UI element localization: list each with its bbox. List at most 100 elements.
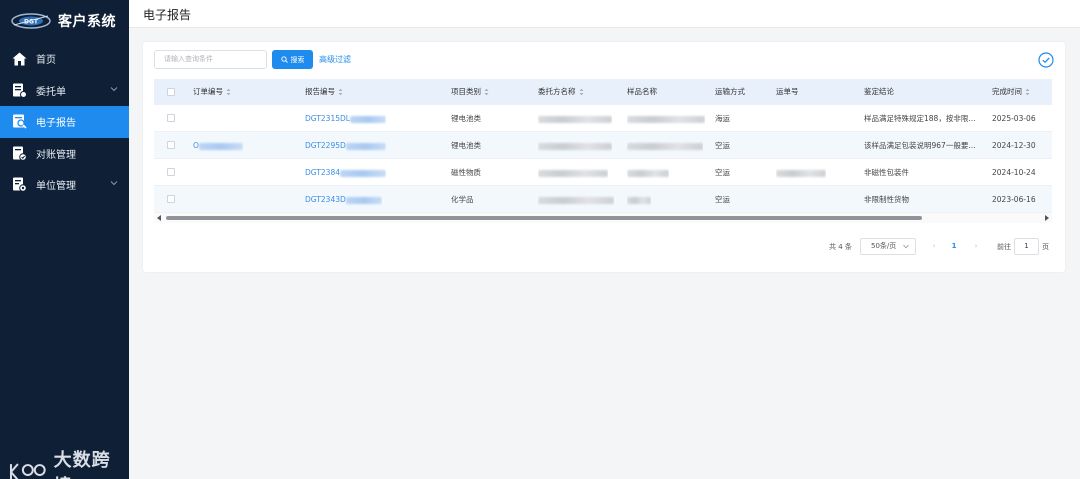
sample-cell	[627, 132, 703, 159]
transport-cell: 空运	[715, 141, 730, 150]
scrollbar-thumb[interactable]	[166, 216, 922, 220]
chevron-down-icon	[903, 244, 909, 249]
table-row[interactable]: DGT2343D 化学品 空运 非限制性货物 2023-06-16	[154, 186, 1052, 213]
sort-icon[interactable]	[1025, 88, 1030, 96]
date-cell: 2024-10-24	[992, 168, 1036, 177]
order-icon	[11, 82, 27, 98]
logo-icon: DGT	[11, 13, 51, 29]
watermark: 大数跨境	[8, 446, 129, 479]
page-unit-label: 页	[1042, 243, 1049, 251]
horizontal-scrollbar[interactable]	[154, 213, 1052, 223]
search-input[interactable]: 请输入查询条件	[154, 50, 267, 69]
pagination-total: 共 4 条	[829, 243, 852, 251]
table-row[interactable]: DGT2384 磁性物质 空运 非磁性包装件 2024-10-24	[154, 159, 1052, 186]
app-root: DGT 客户系统 首页 委托单 电子报告 对账管理 单位管理 大数跨 电子报告 …	[0, 0, 1080, 479]
category-cell: 锂电池类	[451, 114, 481, 123]
next-page-button[interactable]: ›	[969, 238, 983, 255]
page-size-value: 50条/页	[871, 242, 897, 250]
sample-cell	[627, 105, 705, 132]
date-cell: 2025-03-06	[992, 114, 1036, 123]
row-checkbox[interactable]	[167, 141, 175, 149]
report-no-link[interactable]: DGT2384	[305, 159, 386, 186]
page-size-select[interactable]: 50条/页	[860, 238, 916, 255]
category-cell: 锂电池类	[451, 141, 481, 150]
report-no-link[interactable]: DGT2315DL	[305, 105, 386, 132]
sample-cell	[627, 186, 651, 213]
main-content: 请输入查询条件 搜索 高级过滤 订单编号 报告编号 项目类别 委托方名称 样品名…	[129, 28, 1080, 479]
page-header: 电子报告	[129, 0, 1080, 28]
transport-cell: 空运	[715, 168, 730, 177]
sort-icon[interactable]	[579, 88, 584, 96]
sort-icon[interactable]	[484, 88, 489, 96]
sidebar-item-orders[interactable]: 委托单	[0, 75, 129, 107]
chevron-down-icon	[110, 181, 118, 186]
page-number-current[interactable]: 1	[947, 238, 961, 255]
column-header-sample: 样品名称	[627, 87, 657, 96]
sidebar-item-home[interactable]: 首页	[0, 43, 129, 75]
sidebar-item-reconcile[interactable]: 对账管理	[0, 138, 129, 170]
date-cell: 2024-12-30	[992, 141, 1036, 150]
goto-page-input[interactable]: 1	[1014, 238, 1039, 255]
row-checkbox[interactable]	[167, 168, 175, 176]
prev-page-button[interactable]: ‹	[927, 238, 941, 255]
order-no-link[interactable]: O	[193, 132, 243, 159]
category-cell: 磁性物质	[451, 168, 481, 177]
table-row[interactable]: O DGT2295D 锂电池类 空运 该样品满足包装说明967一般要... 20…	[154, 132, 1052, 159]
report-no-link[interactable]: DGT2343D	[305, 186, 382, 213]
unit-icon	[11, 177, 27, 193]
sidebar-item-label: 委托单	[36, 86, 66, 98]
client-cell	[538, 132, 612, 159]
waybill-cell	[776, 159, 826, 186]
table-header: 订单编号 报告编号 项目类别 委托方名称 样品名称 运输方式 运单号 鉴定结论 …	[154, 79, 1052, 105]
column-header-order-no[interactable]: 订单编号	[193, 79, 231, 105]
watermark-logo-icon	[9, 463, 46, 479]
app-title: 客户系统	[58, 14, 116, 30]
conclusion-cell: 样品满足特殊规定188，按非限...	[864, 114, 976, 123]
logo-row: DGT 客户系统	[0, 0, 129, 42]
sidebar-nav: 首页 委托单 电子报告 对账管理 单位管理	[0, 43, 129, 201]
sidebar: DGT 客户系统 首页 委托单 电子报告 对账管理 单位管理 大数跨	[0, 0, 129, 479]
check-circle-icon[interactable]	[1038, 52, 1054, 68]
pagination: 共 4 条 50条/页 ‹ 1 › 前往 1 页	[143, 238, 1065, 256]
reconcile-icon	[11, 145, 27, 161]
date-cell: 2023-06-16	[992, 195, 1036, 204]
sidebar-item-e-report[interactable]: 电子报告	[0, 106, 129, 138]
conclusion-cell: 非限制性货物	[864, 195, 909, 204]
sidebar-item-label: 首页	[36, 55, 56, 67]
select-all-checkbox[interactable]	[167, 88, 175, 96]
sort-icon[interactable]	[226, 88, 231, 96]
report-card: 请输入查询条件 搜索 高级过滤 订单编号 报告编号 项目类别 委托方名称 样品名…	[143, 42, 1065, 272]
advanced-filter-link[interactable]: 高级过滤	[319, 54, 351, 65]
sidebar-item-unit[interactable]: 单位管理	[0, 169, 129, 201]
sidebar-item-label: 电子报告	[36, 118, 76, 130]
column-header-client[interactable]: 委托方名称	[538, 79, 584, 105]
row-checkbox[interactable]	[167, 114, 175, 122]
column-header-date[interactable]: 完成时间	[992, 79, 1030, 105]
column-header-waybill: 运单号	[776, 87, 799, 96]
search-button[interactable]: 搜索	[272, 50, 313, 69]
page-title: 电子报告	[143, 8, 192, 22]
category-cell: 化学品	[451, 195, 474, 204]
conclusion-cell: 非磁性包装件	[864, 168, 909, 177]
column-header-report-no[interactable]: 报告编号	[305, 79, 343, 105]
sidebar-item-label: 对账管理	[36, 149, 76, 161]
scroll-left-icon[interactable]	[157, 215, 161, 221]
sort-icon[interactable]	[338, 88, 343, 96]
row-checkbox[interactable]	[167, 195, 175, 203]
scroll-right-icon[interactable]	[1045, 215, 1049, 221]
column-header-category[interactable]: 项目类别	[451, 79, 489, 105]
client-cell	[538, 186, 614, 213]
search-icon	[280, 56, 288, 63]
column-header-transport: 运输方式	[715, 87, 745, 96]
report-icon	[11, 114, 27, 130]
home-icon	[11, 51, 27, 67]
sample-cell	[627, 159, 669, 186]
transport-cell: 空运	[715, 195, 730, 204]
report-table: 订单编号 报告编号 项目类别 委托方名称 样品名称 运输方式 运单号 鉴定结论 …	[154, 79, 1052, 223]
report-no-link[interactable]: DGT2295D	[305, 132, 386, 159]
client-cell	[538, 105, 612, 132]
table-row[interactable]: DGT2315DL 锂电池类 海运 样品满足特殊规定188，按非限... 202…	[154, 105, 1052, 132]
client-cell	[538, 159, 608, 186]
transport-cell: 海运	[715, 114, 730, 123]
search-button-label: 搜索	[290, 55, 305, 64]
